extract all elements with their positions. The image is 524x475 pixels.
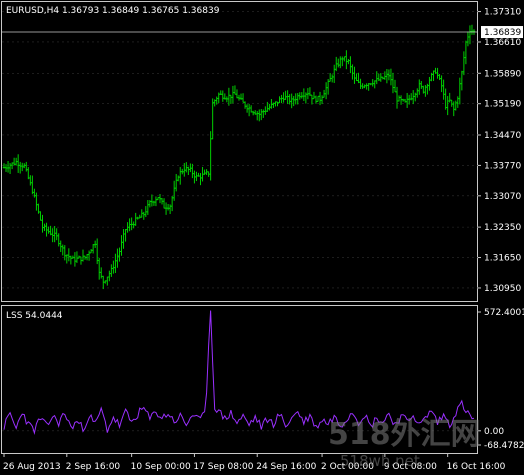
price-tick-label: 1.34470 — [484, 131, 521, 141]
time-tick-label: 10 Sep 00:00 — [131, 462, 191, 472]
time-tick-label: 2 Sep 16:00 — [66, 462, 121, 472]
chart-background — [0, 0, 524, 475]
price-tick-label: 1.30950 — [484, 284, 521, 294]
price-tick-label: 1.36610 — [484, 38, 521, 48]
indicator-tick-label: 0.00 — [484, 427, 504, 437]
chart-canvas: EURUSD,H4 1.36793 1.36849 1.36765 1.3683… — [0, 0, 524, 475]
time-tick-label: 26 Aug 2013 — [3, 462, 61, 472]
watermark-brand: 518外汇网 — [328, 417, 481, 452]
time-tick-label: 24 Sep 16:00 — [256, 462, 316, 472]
indicator-tick-label: 572.4001 — [484, 308, 524, 318]
indicator-title: LSS 54.0444 — [6, 311, 63, 321]
last-price-label: 1.36839 — [484, 28, 521, 38]
price-tick-label: 1.32350 — [484, 223, 521, 233]
time-tick-label: 17 Sep 08:00 — [193, 462, 253, 472]
price-title: EURUSD,H4 1.36793 1.36849 1.36765 1.3683… — [6, 6, 220, 16]
price-tick-label: 1.37310 — [484, 8, 521, 18]
price-tick-label: 1.35890 — [484, 69, 521, 79]
indicator-tick-label: -68.4782 — [484, 441, 524, 451]
time-tick-label: 16 Oct 16:00 — [447, 462, 506, 472]
price-tick-label: 1.31650 — [484, 254, 521, 264]
price-tick-label: 1.35190 — [484, 100, 521, 110]
watermark-url: 518wh.net — [340, 452, 420, 470]
price-tick-label: 1.33070 — [484, 192, 521, 202]
price-tick-label: 1.33770 — [484, 161, 521, 171]
